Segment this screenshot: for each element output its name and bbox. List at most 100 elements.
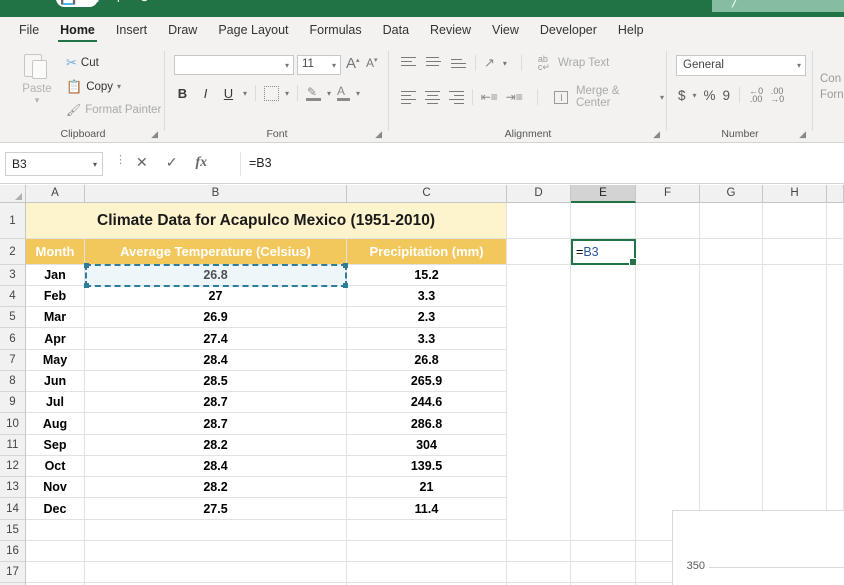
cell-b13-temp[interactable]: 28.2 xyxy=(85,477,347,498)
cell-e15[interactable] xyxy=(571,520,636,541)
font-color-icon[interactable]: A xyxy=(337,84,351,101)
cell-b11-temp[interactable]: 28.2 xyxy=(85,435,347,456)
cell-c6-precip[interactable]: 3.3 xyxy=(347,328,507,350)
undo-icon[interactable]: ↰ xyxy=(90,0,101,4)
row-header-10[interactable]: 10 xyxy=(0,413,26,435)
align-center-button[interactable] xyxy=(424,90,440,105)
tab-home[interactable]: Home xyxy=(51,19,104,43)
cell-f1[interactable] xyxy=(636,203,700,239)
row-header-5[interactable]: 5 xyxy=(0,307,26,328)
font-size-input[interactable]: 11 ▾ xyxy=(297,55,341,75)
cell-a14-month[interactable]: Dec xyxy=(26,498,85,520)
chevron-down-icon[interactable]: ▾ xyxy=(285,61,289,70)
row-header-7[interactable]: 7 xyxy=(0,350,26,371)
cell-b9-temp[interactable]: 28.7 xyxy=(85,392,347,413)
cell-c9-precip[interactable]: 244.6 xyxy=(347,392,507,413)
cell-b10-temp[interactable]: 28.7 xyxy=(85,413,347,435)
cell-e17[interactable] xyxy=(571,562,636,583)
align-left-button[interactable] xyxy=(400,90,416,105)
wrap-text-label[interactable]: Wrap Text xyxy=(558,57,609,69)
refresh-icon[interactable]: ⟳ xyxy=(140,0,151,4)
tab-file[interactable]: File xyxy=(10,19,48,43)
cell-a4-month[interactable]: Feb xyxy=(26,286,85,307)
cell-d16[interactable] xyxy=(507,541,571,562)
cell-d2[interactable] xyxy=(507,239,571,265)
chevron-down-icon[interactable]: ▾ xyxy=(503,59,507,68)
cell-a16[interactable] xyxy=(26,541,85,562)
row-header-11[interactable]: 11 xyxy=(0,435,26,456)
italic-button[interactable]: I xyxy=(197,86,214,101)
row-header-1[interactable]: 1 xyxy=(0,203,26,239)
cell-c14-precip[interactable]: 11.4 xyxy=(347,498,507,520)
cell-a7-month[interactable]: May xyxy=(26,350,85,371)
row-header-15[interactable]: 15 xyxy=(0,520,26,541)
cell-range-i3-i14[interactable] xyxy=(827,265,844,520)
cell-g2[interactable] xyxy=(700,239,763,265)
tab-view[interactable]: View xyxy=(483,19,528,43)
cell-c3-precip[interactable]: 15.2 xyxy=(347,265,507,286)
chevron-down-icon[interactable]: ▾ xyxy=(14,95,60,106)
chevron-down-icon[interactable]: ▾ xyxy=(660,93,664,102)
cell-b16[interactable] xyxy=(85,541,347,562)
chevron-down-icon[interactable]: ▾ xyxy=(797,61,801,70)
cell-a15[interactable] xyxy=(26,520,85,541)
cell-a3-month[interactable]: Jan xyxy=(26,265,85,286)
number-format-select[interactable]: General ▾ xyxy=(676,55,806,76)
decrease-decimal-icon[interactable]: .00 →0 xyxy=(770,87,784,104)
cell-a1-title[interactable]: Climate Data for Acapulco Mexico (1951-2… xyxy=(26,203,507,239)
row-header-13[interactable]: 13 xyxy=(0,477,26,498)
tab-help[interactable]: Help xyxy=(609,19,653,43)
cell-h1[interactable] xyxy=(763,203,827,239)
cell-i1[interactable] xyxy=(827,203,844,239)
cell-a2-header-month[interactable]: Month xyxy=(26,239,85,265)
formula-input[interactable]: =B3 xyxy=(240,152,840,176)
cell-g1[interactable] xyxy=(700,203,763,239)
cell-a17[interactable] xyxy=(26,562,85,583)
format-painter-button[interactable]: 🖌 Format Painter xyxy=(66,104,161,116)
cell-b5-temp[interactable]: 26.9 xyxy=(85,307,347,328)
cell-c4-precip[interactable]: 3.3 xyxy=(347,286,507,307)
orientation-icon[interactable]: ↗ xyxy=(484,55,495,71)
cell-d17[interactable] xyxy=(507,562,571,583)
row-header-14[interactable]: 14 xyxy=(0,498,26,520)
decrease-indent-icon[interactable]: ⇤≡ xyxy=(481,90,498,104)
decrease-font-size-button[interactable]: A▾ xyxy=(366,56,378,70)
copy-button[interactable]: 📋 Copy ▾ xyxy=(66,80,121,93)
tab-data[interactable]: Data xyxy=(374,19,418,43)
row-header-12[interactable]: 12 xyxy=(0,456,26,477)
cancel-formula-icon[interactable]: ✕ xyxy=(136,154,148,171)
cell-a6-month[interactable]: Apr xyxy=(26,328,85,350)
pen-icon[interactable]: ╱ xyxy=(732,0,740,8)
tab-developer[interactable]: Developer xyxy=(531,19,606,43)
cell-range-d3-d14[interactable] xyxy=(507,265,571,520)
align-top-button[interactable] xyxy=(400,56,417,71)
increase-indent-icon[interactable]: ⇥≡ xyxy=(506,90,523,104)
cell-b8-temp[interactable]: 28.5 xyxy=(85,371,347,392)
increase-decimal-icon[interactable]: ←0.00 xyxy=(749,87,763,104)
row-header-3[interactable]: 3 xyxy=(0,265,26,286)
cell-b15[interactable] xyxy=(85,520,347,541)
chevron-down-icon[interactable]: ▾ xyxy=(356,89,360,98)
increase-font-size-button[interactable]: A▴ xyxy=(346,55,360,72)
cell-a10-month[interactable]: Aug xyxy=(26,413,85,435)
row-header-4[interactable]: 4 xyxy=(0,286,26,307)
bold-button[interactable]: B xyxy=(174,86,191,101)
cell-a8-month[interactable]: Jun xyxy=(26,371,85,392)
save-icon[interactable]: 💾 xyxy=(60,0,76,4)
select-all-corner[interactable] xyxy=(0,185,26,203)
cell-range-g3-g14[interactable] xyxy=(700,265,763,520)
tab-formulas[interactable]: Formulas xyxy=(301,19,371,43)
cell-h2[interactable] xyxy=(763,239,827,265)
column-header-d[interactable]: D xyxy=(507,185,571,203)
align-middle-button[interactable] xyxy=(425,56,442,71)
cell-d1[interactable] xyxy=(507,203,571,239)
fill-color-icon[interactable]: ✎ xyxy=(306,85,322,101)
alignment-dialog-launcher-icon[interactable]: ◢ xyxy=(653,129,660,140)
font-name-input[interactable]: ▾ xyxy=(174,55,294,75)
merge-center-label[interactable]: Merge & Center xyxy=(576,85,652,109)
chevron-down-icon[interactable]: ▾ xyxy=(117,82,121,91)
comma-style-button[interactable]: 9 xyxy=(723,88,731,103)
cell-b2-header-temperature[interactable]: Average Temperature (Celsius) xyxy=(85,239,347,265)
cell-f2[interactable] xyxy=(636,239,700,265)
cell-c2-header-precipitation[interactable]: Precipitation (mm) xyxy=(347,239,507,265)
